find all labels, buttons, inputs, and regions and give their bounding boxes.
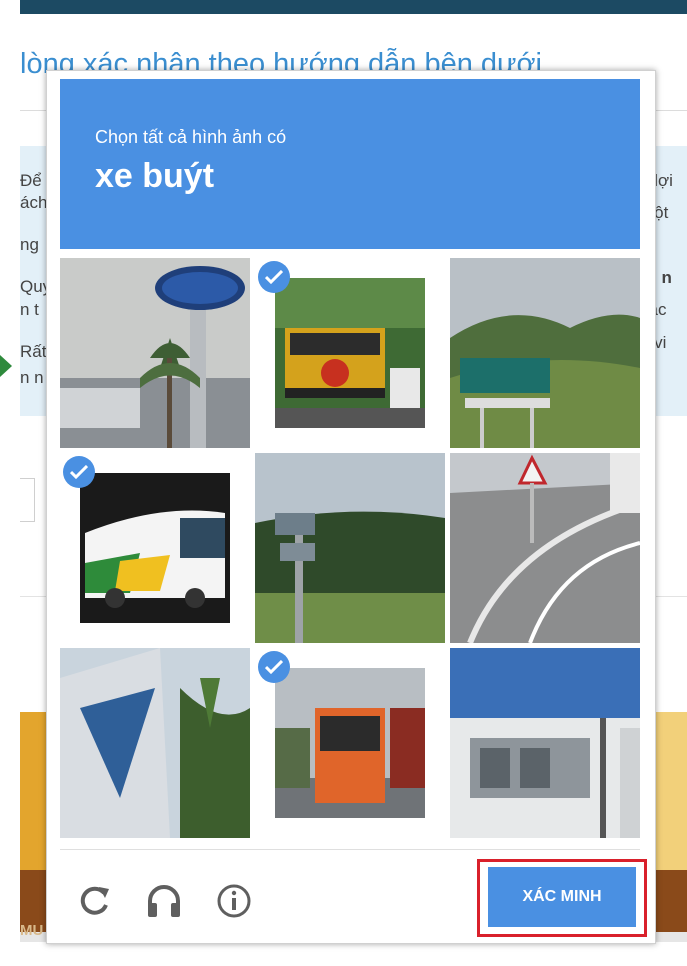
check-icon [258, 261, 290, 293]
captcha-tile-orange-bus[interactable] [255, 648, 445, 838]
captcha-tile-blue-sign[interactable] [60, 648, 250, 838]
verify-button[interactable]: XÁC MINH [488, 867, 636, 927]
captcha-tile-coach-bus[interactable] [60, 453, 250, 643]
check-icon [258, 651, 290, 683]
footer-divider [60, 849, 640, 850]
captcha-target: xe buýt [95, 157, 215, 195]
banner-text: MU [20, 922, 44, 939]
arrow-right-icon [0, 355, 12, 377]
captcha-instruction: Chọn tất cả hình ảnh có [95, 127, 287, 147]
captcha-header: Chọn tất cả hình ảnh có xe buýt [60, 79, 640, 249]
captcha-tile-highway[interactable] [450, 453, 640, 643]
info-icon[interactable] [214, 881, 254, 921]
page-input-box [20, 478, 35, 522]
headphones-icon[interactable] [144, 881, 184, 921]
captcha-tile-building[interactable] [450, 648, 640, 838]
captcha-dialog: Chọn tất cả hình ảnh có xe buýt XÁC MINH [46, 70, 656, 944]
check-icon [63, 456, 95, 488]
page-top-bar [20, 0, 687, 14]
captcha-tile-ford-sign[interactable] [60, 258, 250, 448]
captcha-tile-road-sign[interactable] [450, 258, 640, 448]
captcha-tile-street-sign[interactable] [255, 453, 445, 643]
reload-icon[interactable] [75, 881, 115, 921]
captcha-tile-school-bus[interactable] [255, 258, 445, 448]
